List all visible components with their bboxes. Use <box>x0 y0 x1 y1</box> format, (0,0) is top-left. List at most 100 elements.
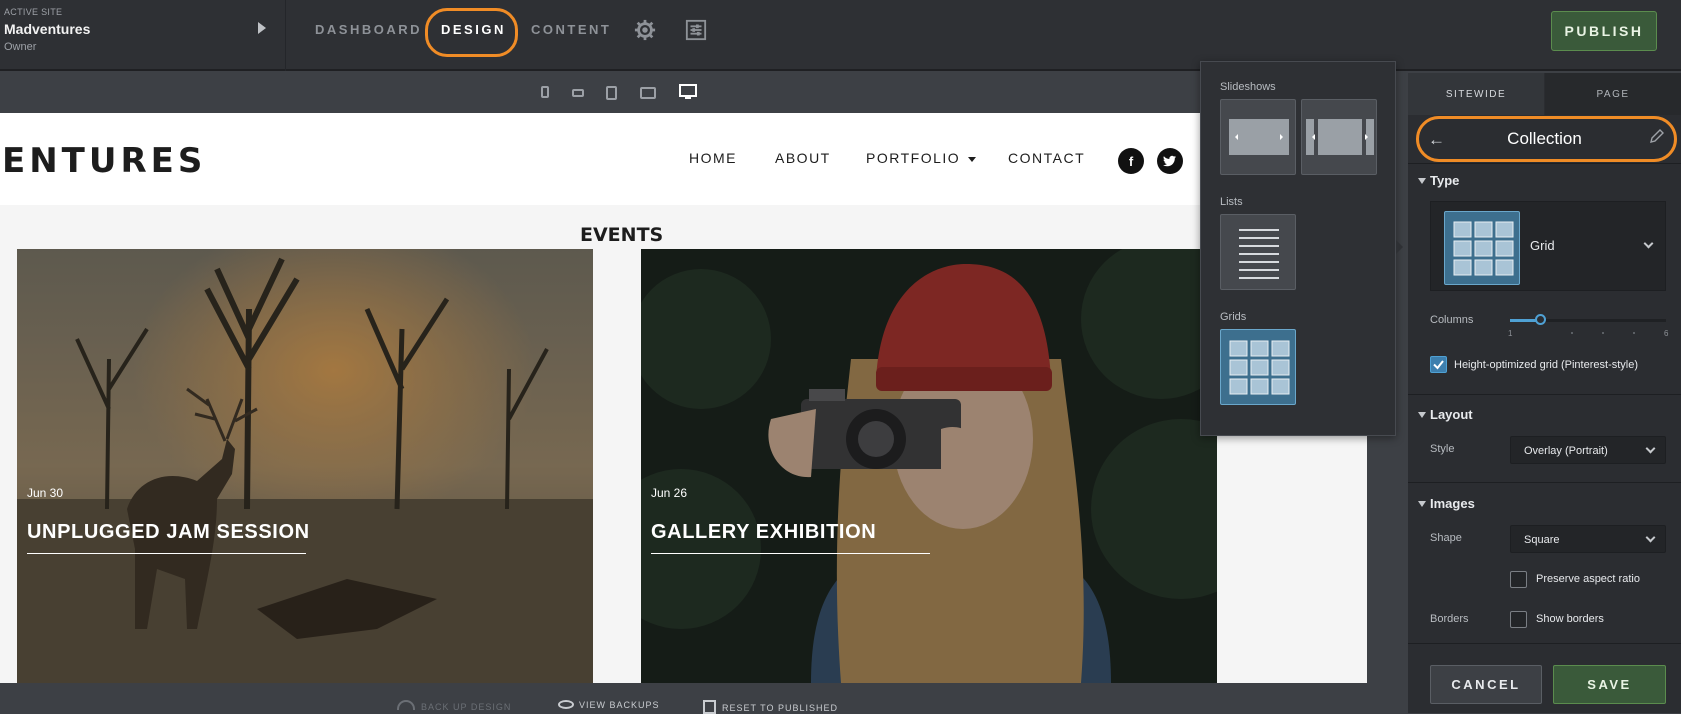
chevron-down-icon <box>1645 443 1656 454</box>
slider-tick <box>1633 332 1635 334</box>
type-heading[interactable]: Type <box>1430 173 1459 188</box>
collection-type-popover: Slideshows Lists Grids <box>1200 61 1396 436</box>
active-site-label: ACTIVE SITE <box>4 7 63 17</box>
style-value: Overlay (Portrait) <box>1524 445 1608 457</box>
columns-max: 6 <box>1664 329 1669 338</box>
facebook-icon[interactable]: f <box>1118 148 1144 174</box>
site-name: Madventures <box>4 21 91 37</box>
tab-dashboard[interactable]: DASHBOARD <box>315 22 422 37</box>
publish-button[interactable]: PUBLISH <box>1551 11 1657 51</box>
height-optimized-checkbox[interactable] <box>1430 356 1447 373</box>
gear-icon[interactable] <box>634 19 656 41</box>
menu-about[interactable]: ABOUT <box>775 150 831 166</box>
phone-portrait-icon[interactable] <box>541 86 549 98</box>
divider <box>1408 394 1681 395</box>
type-value: Grid <box>1530 238 1555 253</box>
title-underline <box>651 553 930 554</box>
slider-tick <box>1571 332 1573 334</box>
save-button[interactable]: SAVE <box>1553 665 1666 704</box>
slideshows-heading: Slideshows <box>1220 81 1276 93</box>
chevron-down-icon <box>1645 532 1656 543</box>
grid-option[interactable] <box>1220 329 1296 405</box>
collapse-triangle-icon[interactable] <box>1418 178 1426 184</box>
phone-landscape-icon[interactable] <box>572 89 584 97</box>
event-date: Jun 26 <box>651 486 688 500</box>
show-borders-label: Show borders <box>1536 613 1604 625</box>
menu-portfolio-label: PORTFOLIO <box>866 150 961 166</box>
tablet-landscape-icon[interactable] <box>640 87 656 99</box>
images-heading[interactable]: Images <box>1430 496 1475 511</box>
eye-icon <box>558 700 574 709</box>
checkmark-icon <box>1433 360 1444 370</box>
grid-icon <box>1229 340 1290 395</box>
divider <box>1408 482 1681 483</box>
collapse-triangle-icon[interactable] <box>1418 501 1426 507</box>
slider-tick <box>1602 332 1604 334</box>
style-select[interactable]: Overlay (Portrait) <box>1510 436 1666 464</box>
chevron-down-icon <box>1643 238 1654 249</box>
menu-portfolio[interactable]: PORTFOLIO <box>866 150 977 166</box>
image-overlay <box>641 249 1217 683</box>
reset-icon <box>703 700 716 714</box>
title-underline <box>27 553 306 554</box>
slideshow-carousel-icon <box>1306 119 1374 155</box>
view-backups-button[interactable]: VIEW BACKUPS <box>558 700 660 710</box>
borders-label: Borders <box>1430 613 1469 625</box>
desktop-icon[interactable] <box>679 84 697 101</box>
list-icon <box>1239 229 1279 279</box>
backup-design-button[interactable]: BACK UP DESIGN <box>397 700 511 712</box>
reset-label: RESET TO PUBLISHED <box>722 703 839 713</box>
design-tab-highlight <box>425 8 518 57</box>
cloud-icon <box>397 700 415 710</box>
tab-content[interactable]: CONTENT <box>531 22 611 37</box>
design-settings-panel: SITEWIDE PAGE ← Collection Type Grid Col… <box>1408 73 1681 713</box>
site-logo-text[interactable]: ENTURES <box>2 141 206 181</box>
play-arrow-icon[interactable] <box>258 22 266 34</box>
backup-label: BACK UP DESIGN <box>421 702 512 712</box>
preserve-aspect-label: Preserve aspect ratio <box>1536 573 1640 585</box>
cancel-button[interactable]: CANCEL <box>1430 665 1542 704</box>
layout-heading[interactable]: Layout <box>1430 407 1473 422</box>
caret-down-icon <box>968 156 977 162</box>
lists-heading: Lists <box>1220 196 1243 208</box>
active-site-switcher[interactable]: ACTIVE SITE Madventures Owner <box>0 0 286 71</box>
shape-select[interactable]: Square <box>1510 525 1666 553</box>
twitter-icon[interactable] <box>1157 148 1183 174</box>
event-card[interactable]: Jun 30 UNPLUGGED JAM SESSION <box>17 249 593 683</box>
show-borders-checkbox[interactable] <box>1510 611 1527 628</box>
device-preview-bar <box>0 73 1408 113</box>
section-title: EVENTS <box>580 224 664 246</box>
collapse-triangle-icon[interactable] <box>1418 412 1426 418</box>
slideshow-option-carousel[interactable] <box>1301 99 1377 175</box>
reset-to-published-button[interactable]: RESET TO PUBLISHED <box>703 700 838 714</box>
event-title[interactable]: UNPLUGGED JAM SESSION <box>27 521 310 544</box>
menu-contact[interactable]: CONTACT <box>1008 150 1085 166</box>
grid-type-thumbnail <box>1444 211 1520 285</box>
event-title[interactable]: GALLERY EXHIBITION <box>651 521 876 544</box>
list-option[interactable] <box>1220 214 1296 290</box>
columns-min: 1 <box>1508 329 1513 338</box>
divider <box>1408 643 1681 644</box>
tablet-portrait-icon[interactable] <box>606 86 617 100</box>
slideshow-option-full[interactable] <box>1220 99 1296 175</box>
popover-pointer <box>1396 240 1403 254</box>
site-role: Owner <box>4 41 37 53</box>
columns-slider-handle[interactable] <box>1535 314 1547 325</box>
tab-sitewide[interactable]: SITEWIDE <box>1408 73 1544 115</box>
preserve-aspect-checkbox[interactable] <box>1510 571 1527 588</box>
divider <box>1408 163 1681 164</box>
bottom-toolbar: BACK UP DESIGN VIEW BACKUPS RESET TO PUB… <box>0 683 1408 714</box>
tab-page[interactable]: PAGE <box>1545 73 1681 115</box>
collection-title-highlight <box>1416 116 1677 162</box>
event-date: Jun 30 <box>27 486 64 500</box>
grids-heading: Grids <box>1220 311 1247 323</box>
site-preview: ENTURES HOME ABOUT PORTFOLIO CONTACT f E… <box>0 113 1367 683</box>
columns-label: Columns <box>1430 314 1474 326</box>
shape-value: Square <box>1524 534 1560 546</box>
view-backups-label: VIEW BACKUPS <box>579 700 660 710</box>
shape-label: Shape <box>1430 532 1462 544</box>
event-card[interactable]: Jun 26 GALLERY EXHIBITION <box>641 249 1217 683</box>
type-select[interactable]: Grid <box>1430 201 1666 291</box>
sliders-icon[interactable] <box>685 19 707 41</box>
menu-home[interactable]: HOME <box>689 150 737 166</box>
